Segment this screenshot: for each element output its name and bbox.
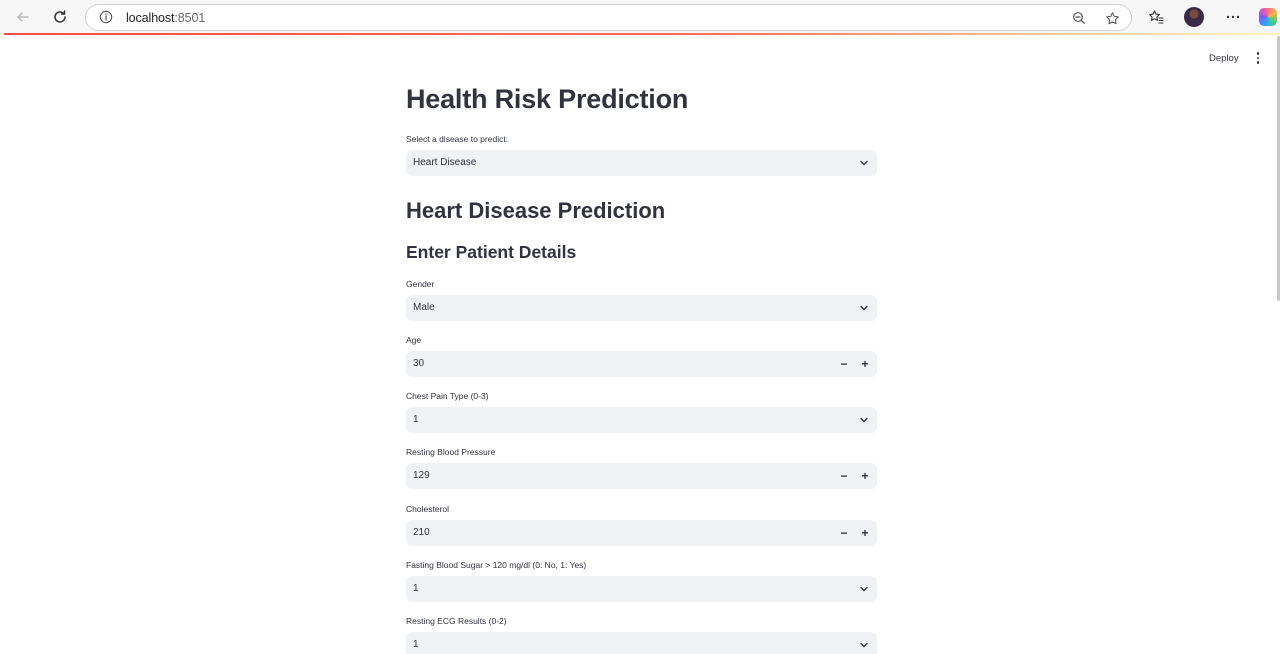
chevron-down-icon [860,160,868,166]
url-port: :8501 [174,11,206,25]
disease-select-label: Select a disease to predict: [406,134,509,144]
chevron-down-icon [860,417,868,423]
resting-ecg-label: Resting ECG Results (0-2) [406,616,507,626]
fasting-bs-select[interactable]: 1 [406,576,877,602]
page-title: Health Risk Prediction [406,84,689,114]
more-options-icon[interactable] [1222,6,1244,28]
resting-bp-increment-button[interactable]: + [856,467,874,485]
reload-icon [54,10,66,23]
browser-toolbar: localhost:8501 [0,0,1280,34]
copilot-icon[interactable] [1259,8,1277,26]
fasting-bs-label: Fasting Blood Sugar > 120 mg/dl (0: No, … [406,560,587,570]
gender-label: Gender [406,279,435,289]
app-page [4,35,1280,654]
main-menu-icon[interactable] [1252,51,1264,65]
back-button[interactable] [10,5,36,29]
cholesterol-label: Cholesterol [406,504,449,514]
gender-value: Male [413,302,435,313]
chest-pain-select[interactable]: 1 [406,407,877,433]
url-host: localhost [126,11,175,25]
deploy-button[interactable]: Deploy [1203,51,1245,66]
resting-bp-input[interactable]: 129 − + [406,463,877,489]
favorites-icon[interactable] [1145,6,1167,28]
chevron-down-icon [860,586,868,592]
cholesterol-decrement-button[interactable]: − [835,524,853,542]
chest-pain-label: Chest Pain Type (0-3) [406,391,489,401]
gender-select[interactable]: Male [406,295,877,321]
cholesterol-increment-button[interactable]: + [856,524,874,542]
age-value: 30 [413,358,425,369]
site-info-icon[interactable] [99,10,113,24]
disease-select[interactable]: Heart Disease [406,150,877,176]
subsection-title: Enter Patient Details [406,242,577,262]
resting-bp-label: Resting Blood Pressure [406,447,496,457]
cholesterol-value: 210 [413,527,430,538]
chevron-down-icon [860,305,868,311]
disease-select-value: Heart Disease [413,157,477,168]
fasting-bs-value: 1 [413,583,419,594]
reload-button[interactable] [47,5,73,29]
age-input[interactable]: 30 − + [406,351,877,377]
age-increment-button[interactable]: + [856,355,874,373]
age-label: Age [406,335,422,345]
chest-pain-value: 1 [413,414,419,425]
arrow-left-icon [16,12,29,22]
url-text[interactable]: localhost:8501 [126,11,205,25]
profile-avatar[interactable] [1184,7,1204,27]
section-title: Heart Disease Prediction [406,198,666,223]
resting-bp-decrement-button[interactable]: − [835,467,853,485]
age-decrement-button[interactable]: − [835,355,853,373]
chevron-down-icon [860,642,868,648]
zoom-out-icon[interactable] [1070,9,1088,27]
address-bar[interactable]: localhost:8501 [85,4,1132,31]
favorite-star-icon[interactable] [1103,9,1121,27]
resting-bp-value: 129 [413,470,430,481]
resting-ecg-select[interactable]: 1 [406,632,877,654]
cholesterol-input[interactable]: 210 − + [406,520,877,546]
resting-ecg-value: 1 [413,639,419,650]
